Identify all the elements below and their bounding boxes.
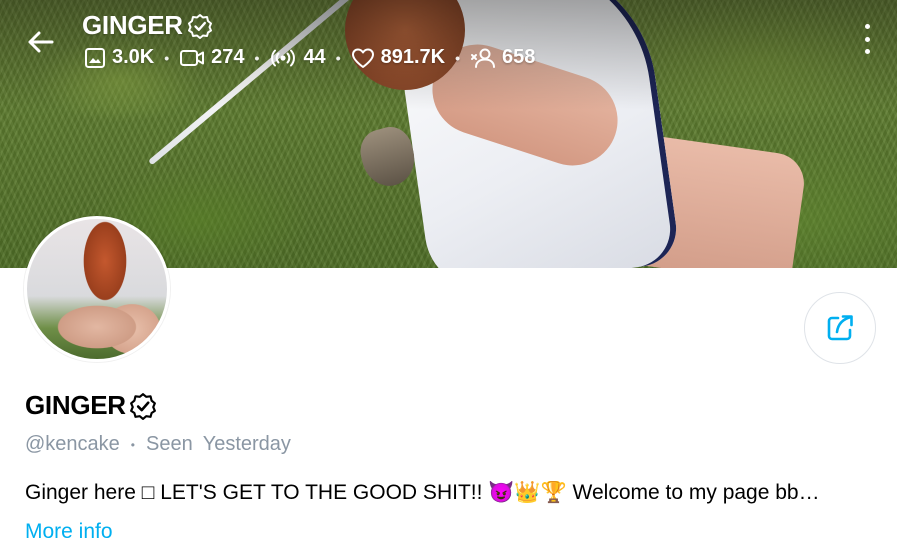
seen-label: Seen — [146, 433, 193, 455]
stat-separator: • — [254, 49, 260, 66]
stat-fans-value: 658 — [502, 46, 536, 68]
heart-icon — [351, 48, 374, 68]
stat-likes-value: 891.7K — [380, 46, 446, 68]
share-button[interactable] — [804, 292, 876, 364]
back-button[interactable] — [22, 24, 58, 60]
stat-videos: 274 — [179, 46, 245, 69]
meta-separator: • — [130, 437, 135, 452]
stat-separator: • — [455, 49, 460, 66]
more-info-link[interactable]: More info — [25, 520, 113, 544]
stat-streams: 44 — [269, 46, 326, 69]
header-title-text: GINGER — [82, 10, 183, 40]
profile-handle: @kencake — [25, 433, 120, 455]
stat-videos-value: 274 — [211, 46, 245, 68]
image-icon — [85, 47, 105, 68]
profile-name: GINGER — [25, 390, 157, 421]
live-stream-icon — [271, 49, 296, 66]
video-icon — [180, 49, 205, 66]
profile-bio: Ginger here □ LET'S GET TO THE GOOD SHIT… — [25, 481, 820, 504]
header-title: GINGER — [82, 10, 213, 41]
stat-separator: • — [164, 49, 170, 66]
seen-value: Yesterday — [202, 433, 291, 455]
more-options-button[interactable] — [859, 24, 875, 54]
fans-icon — [471, 48, 495, 68]
verified-icon — [129, 392, 156, 420]
profile-name-text: GINGER — [25, 390, 126, 420]
header-stats: 3.0K • 274 • 44 • 891.7K • 658 — [84, 46, 535, 69]
stat-streams-value: 44 — [303, 46, 326, 68]
share-icon — [827, 315, 853, 341]
stat-separator: • — [335, 49, 341, 66]
profile-meta: @kencake • Seen Yesterday — [25, 433, 291, 456]
stat-likes: 891.7K — [351, 46, 446, 69]
avatar[interactable] — [24, 216, 170, 362]
more-options-icon — [864, 36, 870, 42]
more-options-icon — [864, 49, 870, 54]
more-options-icon — [864, 24, 870, 29]
stat-photos-value: 3.0K — [112, 46, 155, 68]
stat-photos: 3.0K — [84, 46, 154, 69]
arrow-left-icon — [28, 31, 54, 53]
verified-icon — [187, 13, 212, 39]
stat-fans: 658 — [470, 46, 535, 69]
